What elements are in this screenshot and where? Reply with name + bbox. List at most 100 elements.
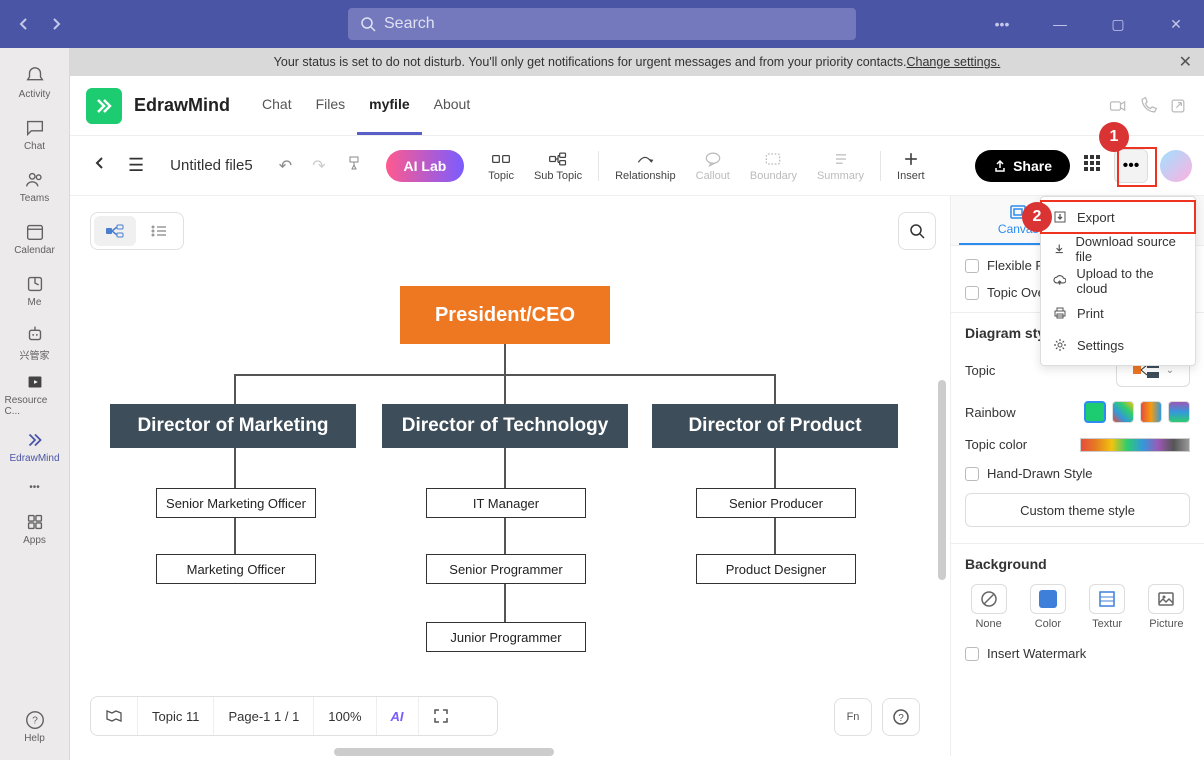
window-close[interactable]: ✕ bbox=[1156, 4, 1196, 44]
canvas-area[interactable]: President/CEO Director of Marketing Dire… bbox=[70, 196, 950, 702]
rail-resource[interactable]: Resource C... bbox=[5, 368, 65, 420]
rail-help[interactable]: ?Help bbox=[5, 700, 65, 752]
custom-theme-button[interactable]: Custom theme style bbox=[965, 493, 1190, 527]
undo-button[interactable]: ↶ bbox=[269, 150, 302, 182]
zoom-level[interactable]: 100% bbox=[314, 697, 376, 735]
ai-lab-button[interactable]: AI Lab bbox=[386, 150, 465, 182]
lbl-watermark: Insert Watermark bbox=[987, 646, 1086, 661]
more-menu[interactable]: ••• bbox=[982, 4, 1022, 44]
node-senior-marketing[interactable]: Senior Marketing Officer bbox=[156, 488, 316, 518]
annotation-2: 2 bbox=[1022, 202, 1052, 232]
window-minimize[interactable]: — bbox=[1040, 4, 1080, 44]
node-dir-marketing[interactable]: Director of Marketing bbox=[110, 404, 356, 448]
rail-teams[interactable]: Teams bbox=[5, 160, 65, 212]
redo-button[interactable]: ↷ bbox=[302, 150, 335, 182]
outline-view[interactable] bbox=[139, 216, 181, 246]
tab-myfile[interactable]: myfile bbox=[357, 77, 421, 135]
dd-upload[interactable]: Upload to the cloud bbox=[1041, 265, 1195, 297]
rail-chat[interactable]: Chat bbox=[5, 108, 65, 160]
tool-summary[interactable]: Summary bbox=[807, 150, 874, 182]
nav-forward[interactable] bbox=[44, 12, 68, 36]
node-marketing-officer[interactable]: Marketing Officer bbox=[156, 554, 316, 584]
tool-insert[interactable]: Insert bbox=[887, 150, 935, 182]
share-button[interactable]: Share bbox=[975, 150, 1070, 182]
video-icon[interactable] bbox=[1108, 96, 1128, 116]
tool-boundary[interactable]: Boundary bbox=[740, 150, 807, 182]
ai-icon[interactable]: AI bbox=[377, 697, 419, 735]
tool-subtopic[interactable]: Sub Topic bbox=[524, 150, 592, 182]
topic-color-picker[interactable] bbox=[1080, 438, 1190, 452]
lbl-rainbow: Rainbow bbox=[965, 405, 1016, 420]
rainbow-1[interactable] bbox=[1084, 401, 1106, 423]
page-info[interactable]: Page-1 1 / 1 bbox=[214, 697, 314, 735]
node-product-designer[interactable]: Product Designer bbox=[696, 554, 856, 584]
node-ceo[interactable]: President/CEO bbox=[400, 286, 610, 344]
chk-topic-overlap[interactable] bbox=[965, 286, 979, 300]
node-senior-producer[interactable]: Senior Producer bbox=[696, 488, 856, 518]
node-junior-programmer[interactable]: Junior Programmer bbox=[426, 622, 586, 652]
fn-button[interactable]: Fn bbox=[834, 698, 872, 736]
rainbow-2[interactable] bbox=[1112, 401, 1134, 423]
svg-text:?: ? bbox=[32, 715, 38, 726]
bg-color[interactable]: Color bbox=[1024, 584, 1071, 630]
tab-about[interactable]: About bbox=[422, 77, 483, 135]
edraw-toolbar: ☰ Untitled file5 ↶ ↷ AI Lab Topic Sub To… bbox=[70, 136, 1204, 196]
search-icon bbox=[360, 16, 376, 32]
canvas-search[interactable] bbox=[898, 212, 936, 250]
search-input[interactable]: Search bbox=[348, 8, 856, 40]
mindmap-view[interactable] bbox=[94, 216, 136, 246]
hamburger-menu[interactable]: ☰ bbox=[118, 149, 154, 182]
tool-callout[interactable]: Callout bbox=[686, 150, 740, 182]
panel-collapse[interactable] bbox=[950, 206, 951, 242]
grid-view-button[interactable] bbox=[1082, 153, 1102, 178]
dd-export[interactable]: Export bbox=[1041, 201, 1195, 233]
node-dir-product[interactable]: Director of Product bbox=[652, 404, 898, 448]
rail-edrawmind[interactable]: EdrawMind bbox=[5, 420, 65, 472]
rail-xingguanjia[interactable]: 兴管家 bbox=[5, 316, 65, 368]
tool-relationship[interactable]: Relationship bbox=[605, 150, 686, 182]
dd-print[interactable]: Print bbox=[1041, 297, 1195, 329]
node-senior-programmer[interactable]: Senior Programmer bbox=[426, 554, 586, 584]
topic-count: Topic 11 bbox=[138, 697, 214, 735]
lbl-topic-color: Topic color bbox=[965, 437, 1027, 452]
rainbow-4[interactable] bbox=[1168, 401, 1190, 423]
fullscreen-button[interactable] bbox=[419, 697, 463, 735]
user-avatar[interactable] bbox=[1160, 150, 1192, 182]
file-title[interactable]: Untitled file5 bbox=[170, 157, 253, 174]
vertical-scrollbar[interactable] bbox=[938, 380, 946, 580]
lbl-topic-style: Topic bbox=[965, 363, 995, 378]
rail-me[interactable]: Me bbox=[5, 264, 65, 316]
bg-none[interactable]: None bbox=[965, 584, 1012, 630]
back-button[interactable] bbox=[82, 149, 118, 182]
dd-download[interactable]: Download source file bbox=[1041, 233, 1195, 265]
node-it-manager[interactable]: IT Manager bbox=[426, 488, 586, 518]
map-icon[interactable] bbox=[91, 697, 138, 735]
call-icon[interactable] bbox=[1138, 96, 1158, 116]
window-maximize[interactable]: ▢ bbox=[1098, 4, 1138, 44]
background-heading: Background bbox=[965, 556, 1190, 572]
rainbow-3[interactable] bbox=[1140, 401, 1162, 423]
popout-icon[interactable] bbox=[1168, 96, 1188, 116]
annotation-box-1 bbox=[1117, 147, 1157, 187]
nav-back[interactable] bbox=[12, 12, 36, 36]
bg-texture[interactable]: Textur bbox=[1084, 584, 1131, 630]
horizontal-scrollbar[interactable] bbox=[334, 748, 554, 756]
dd-settings[interactable]: Settings bbox=[1041, 329, 1195, 361]
tab-chat[interactable]: Chat bbox=[250, 77, 304, 135]
rail-more[interactable]: ••• bbox=[5, 472, 65, 502]
tool-topic[interactable]: Topic bbox=[478, 150, 524, 182]
format-painter[interactable] bbox=[336, 149, 372, 182]
chk-hand-drawn[interactable] bbox=[965, 467, 979, 481]
rail-apps[interactable]: Apps bbox=[5, 502, 65, 554]
search-placeholder: Search bbox=[384, 15, 435, 33]
banner-close[interactable]: ✕ bbox=[1179, 52, 1192, 72]
node-dir-technology[interactable]: Director of Technology bbox=[382, 404, 628, 448]
bg-picture[interactable]: Picture bbox=[1143, 584, 1190, 630]
chk-flexible[interactable] bbox=[965, 259, 979, 273]
chk-watermark[interactable] bbox=[965, 647, 979, 661]
help-button[interactable]: ? bbox=[882, 698, 920, 736]
tab-files[interactable]: Files bbox=[304, 77, 358, 135]
rail-calendar[interactable]: Calendar bbox=[5, 212, 65, 264]
rail-activity[interactable]: Activity bbox=[5, 56, 65, 108]
change-settings-link[interactable]: Change settings. bbox=[907, 55, 1001, 69]
